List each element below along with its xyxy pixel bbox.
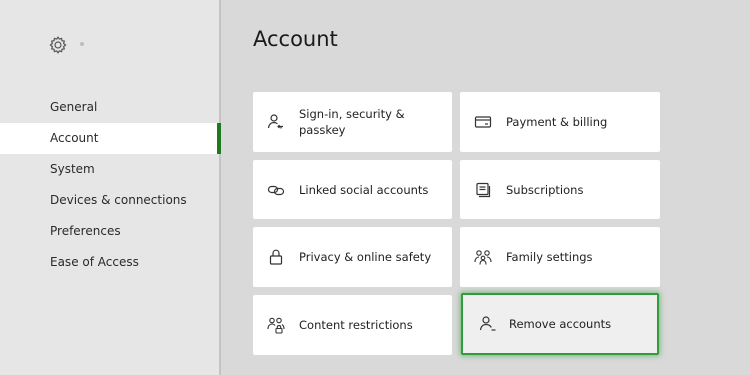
card-icon	[474, 113, 492, 131]
sidebar-item-general[interactable]: General	[0, 92, 221, 123]
tile-label: Content restrictions	[299, 318, 413, 332]
tile-subscriptions[interactable]: Subscriptions	[460, 160, 660, 219]
tile-content-restrictions[interactable]: Content restrictions	[253, 295, 452, 355]
settings-gear-icon	[48, 35, 68, 55]
tile-label: Subscriptions	[506, 182, 584, 197]
tile-label: Privacy & online safety	[299, 250, 432, 264]
lock-icon	[267, 248, 285, 266]
person-key-icon	[267, 113, 285, 131]
sidebar-item-devices-connections[interactable]: Devices & connections	[0, 185, 221, 216]
tile-sign-in-security[interactable]: Sign-in, security & passkey	[253, 92, 452, 152]
tile-label: Remove accounts	[509, 317, 612, 331]
tile-payment-billing[interactable]: Payment & billing	[460, 92, 660, 152]
people-lock-icon	[267, 316, 285, 334]
tile-label: Family settings	[506, 250, 593, 264]
sidebar-item-system[interactable]: System	[0, 154, 221, 185]
tile-remove-accounts[interactable]: Remove accounts	[461, 293, 659, 355]
tile-privacy-online-safety[interactable]: Privacy & online safety	[253, 227, 452, 287]
sidebar-item-ease-of-access[interactable]: Ease of Access	[0, 247, 221, 278]
link-icon	[267, 181, 285, 199]
page-title: Account	[253, 27, 338, 51]
settings-nav: General Account System Devices & connect…	[0, 92, 221, 278]
person-remove-icon	[479, 315, 497, 333]
dot-icon	[80, 42, 84, 46]
sidebar-item-preferences[interactable]: Preferences	[0, 216, 221, 247]
subscription-icon	[474, 181, 492, 199]
tile-label: Payment & billing	[506, 115, 608, 129]
tile-label: Sign-in, security & passkey	[299, 107, 405, 137]
tile-label: Linked social accounts	[299, 182, 429, 197]
tile-linked-social-accounts[interactable]: Linked social accounts	[253, 160, 452, 219]
sidebar: General Account System Devices & connect…	[0, 0, 221, 375]
tile-family-settings[interactable]: Family settings	[460, 227, 660, 287]
family-icon	[474, 248, 492, 266]
sidebar-item-account[interactable]: Account	[0, 123, 221, 154]
